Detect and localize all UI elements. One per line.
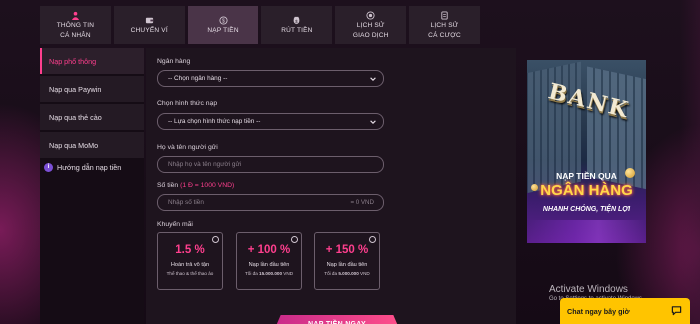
promo-subtitle: Tối đa 5.000.000 VND	[315, 271, 379, 276]
amount-label: Số tiền (1 Đ = 1000 VND)	[157, 182, 234, 189]
tab-label-line2: GIAO DỊCH	[352, 31, 389, 39]
deposit-icon: $	[219, 16, 228, 25]
wallet-icon	[145, 16, 154, 25]
deposit-method-select[interactable]: -- Lựa chọn hình thức nạp tiền --	[157, 113, 384, 130]
tab-withdraw[interactable]: $ RÚT TIỀN	[261, 6, 333, 44]
promo-subtitle-suffix: VND	[282, 271, 294, 276]
tab-wallet-transfer[interactable]: CHUYỂN VÍ	[113, 6, 185, 44]
promo-subtitle-amount: 15.000.000	[259, 271, 283, 276]
amount-rate-hint: (1 Đ = 1000 VND)	[180, 182, 235, 189]
sidebar-item-paywin[interactable]: Nạp qua Paywin	[40, 76, 144, 102]
promo-subtitle-suffix: VND	[358, 271, 370, 276]
user-icon	[71, 11, 80, 21]
bank-label: Ngân hàng	[157, 58, 191, 65]
amount-converted: = 0 VND	[350, 199, 374, 206]
chevron-down-icon	[370, 120, 376, 124]
sidebar-item-label: Nạp phổ thông	[49, 56, 97, 66]
promo-option-first-deposit-100[interactable]: + 100 % Nạp lần đầu tiên Tối đa 15.000.0…	[236, 232, 302, 290]
banner-line2: NGÂN HÀNG	[540, 182, 633, 199]
promo-title: Hoàn trả vô tận	[170, 262, 210, 268]
tab-bet-history[interactable]: LỊCH SỬ CÁ CƯỢC	[409, 6, 480, 44]
info-icon: i	[44, 162, 53, 172]
promo-title: Nạp lần đầu tiên	[326, 262, 368, 268]
promo-option-rebate[interactable]: 1.5 % Hoàn trả vô tận Thể thao & thể tha…	[157, 232, 223, 290]
amount-placeholder: Nhập số tiền	[168, 199, 204, 206]
sidebar-item-momo[interactable]: Nạp qua MoMo	[40, 132, 144, 158]
promo-subtitle-prefix: Tối đa	[324, 271, 339, 276]
sidebar-item-label: Nạp qua MoMo	[49, 140, 99, 150]
coin-icon	[625, 168, 635, 178]
sender-name-input[interactable]: Nhập họ và tên người gửi	[157, 156, 384, 173]
promo-value: 1.5 %	[175, 244, 205, 256]
promo-subtitle: Tối đa 15.000.000 VND	[237, 271, 301, 276]
tab-label-line1: LỊCH SỬ	[430, 22, 459, 30]
tab-profile[interactable]: THÔNG TIN CÁ NHÂN	[40, 6, 111, 44]
withdraw-icon: $	[292, 16, 301, 25]
promo-option-first-deposit-150[interactable]: + 150 % Nạp lần đầu tiên Tối đa 5.000.00…	[314, 232, 380, 290]
chevron-down-icon	[370, 77, 376, 81]
banner-glow	[527, 220, 646, 243]
banner-line3: NHANH CHÓNG, TIỆN LỢI	[542, 206, 631, 213]
coin-icon	[531, 184, 538, 191]
deposit-guide-link[interactable]: i Hướng dẫn nạp tiền	[40, 160, 144, 174]
deposit-method-sidebar: Nạp phổ thông Nạp qua Paywin Nạp qua thẻ…	[40, 48, 144, 324]
tab-transaction-history[interactable]: LỊCH SỬ GIAO DỊCH	[335, 6, 407, 44]
sender-name-placeholder: Nhập họ và tên người gửi	[168, 161, 242, 168]
chat-bubble-icon	[671, 306, 682, 316]
deposit-form: Ngân hàng -- Chọn ngân hàng -- Chọn hình…	[146, 48, 516, 324]
tab-label-line2: CÁ CƯỢC	[428, 31, 461, 39]
bank-deposit-banner: BANK NẠP TIỀN QUA NGÂN HÀNG NHANH CHÓNG,…	[527, 60, 646, 243]
sender-name-label: Họ và tên người gửi	[157, 144, 218, 151]
tab-label-line1: NẠP TIỀN	[207, 26, 239, 34]
sidebar-item-scratch-card[interactable]: Nạp qua thẻ cào	[40, 104, 144, 130]
bank-select[interactable]: -- Chọn ngân hàng --	[157, 70, 384, 87]
promo-title: Nạp lần đầu tiên	[248, 262, 290, 268]
history-icon	[366, 11, 375, 20]
right-edge-shade	[680, 0, 700, 324]
chat-label: Chat ngay bây giờ	[567, 306, 630, 316]
sidebar-item-label: Nạp qua thẻ cào	[49, 112, 102, 122]
tab-label-line1: LỊCH SỬ	[356, 22, 385, 30]
amount-input[interactable]: Nhập số tiền = 0 VND	[157, 194, 384, 211]
tab-label-line1: CHUYỂN VÍ	[130, 26, 168, 34]
deposit-method-select-value: -- Lựa chọn hình thức nạp tiền --	[168, 118, 261, 125]
amount-label-text: Số tiền	[157, 182, 179, 189]
bet-history-icon	[440, 11, 449, 20]
svg-text:$: $	[296, 19, 299, 24]
promo-radio[interactable]	[369, 236, 376, 243]
promo-subtitle-amount: 5.000.000	[338, 271, 359, 276]
tab-label-line2: CÁ NHÂN	[60, 31, 91, 39]
svg-text:$: $	[221, 18, 224, 24]
promo-value: + 150 %	[325, 244, 369, 256]
deposit-now-button[interactable]: NẠP TIỀN NGAY	[273, 315, 401, 324]
promo-radio[interactable]	[212, 236, 219, 243]
sidebar-item-standard-deposit[interactable]: Nạp phổ thông	[40, 48, 144, 74]
promo-value: + 100 %	[247, 244, 291, 256]
tab-deposit[interactable]: $ NẠP TIỀN	[187, 6, 259, 44]
method-label: Chọn hình thức nạp	[157, 100, 218, 107]
bank-select-value: -- Chọn ngân hàng --	[168, 75, 228, 82]
tab-label-line1: RÚT TIỀN	[281, 26, 313, 34]
watermark-line1: Activate Windows	[549, 284, 628, 295]
promo-subtitle: Thể thao & thể thao ảo	[166, 271, 214, 276]
promo-subtitle-prefix: Tối đa	[244, 271, 260, 276]
promo-radio[interactable]	[291, 236, 298, 243]
deposit-guide-label: Hướng dẫn nạp tiền	[57, 162, 122, 172]
account-tabs: THÔNG TIN CÁ NHÂN CHUYỂN VÍ $ NẠP TIỀN $…	[40, 6, 480, 44]
tab-label-line1: THÔNG TIN	[56, 22, 95, 30]
promo-label: Khuyến mãi	[157, 221, 193, 228]
live-chat-button[interactable]: Chat ngay bây giờ	[560, 298, 690, 324]
sidebar-item-label: Nạp qua Paywin	[49, 84, 102, 94]
